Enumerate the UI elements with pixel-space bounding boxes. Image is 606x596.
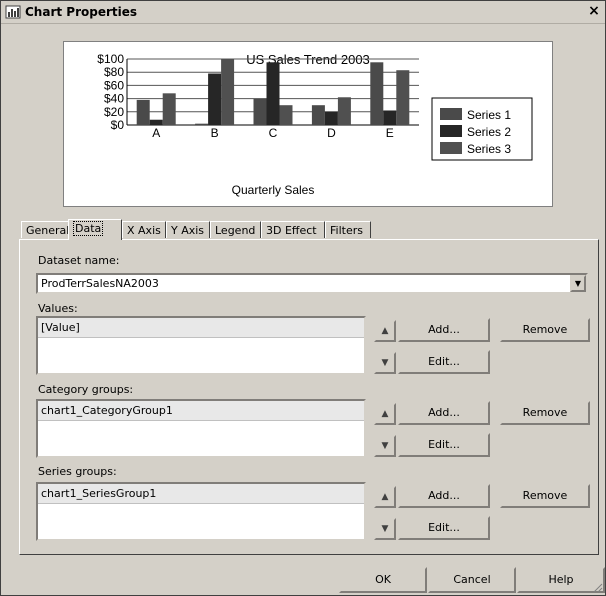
bar bbox=[337, 97, 351, 125]
tab-legend[interactable]: Legend bbox=[210, 221, 261, 238]
values-label: Values: bbox=[38, 302, 78, 315]
values-remove-button[interactable]: Remove bbox=[500, 318, 590, 342]
bar bbox=[266, 62, 280, 125]
down-arrow-icon: ▼ bbox=[381, 524, 389, 534]
y-tick-label: $40 bbox=[104, 92, 124, 106]
category-edit-button[interactable]: Edit... bbox=[398, 433, 490, 457]
category-up-button[interactable]: ▲ bbox=[374, 403, 396, 425]
legend-label: Series 2 bbox=[467, 125, 511, 139]
x-tick-label: A bbox=[152, 126, 160, 140]
up-arrow-icon: ▲ bbox=[381, 492, 389, 502]
resize-grip-icon[interactable] bbox=[593, 583, 603, 593]
close-icon[interactable]: × bbox=[587, 4, 601, 19]
category-add-button[interactable]: Add... bbox=[398, 401, 490, 425]
list-item[interactable]: [Value] bbox=[38, 318, 364, 338]
bar bbox=[195, 123, 209, 125]
x-tick-label: D bbox=[327, 126, 336, 140]
y-tick-label: $60 bbox=[104, 78, 124, 92]
bar bbox=[136, 99, 150, 125]
chart: US Sales Trend 2003$100$80$60$40$20$0A B C… bbox=[97, 52, 533, 197]
series-down-button[interactable]: ▼ bbox=[374, 518, 396, 540]
up-arrow-icon: ▲ bbox=[381, 409, 389, 419]
up-arrow-icon: ▲ bbox=[381, 326, 389, 336]
bar bbox=[149, 119, 163, 125]
bar bbox=[370, 62, 384, 125]
window-title: Chart Properties bbox=[25, 5, 138, 19]
bar bbox=[162, 93, 176, 125]
bar bbox=[221, 59, 235, 125]
x-tick-label: C bbox=[269, 126, 278, 140]
help-button[interactable]: Help bbox=[517, 567, 605, 593]
series-up-button[interactable]: ▲ bbox=[374, 486, 396, 508]
tab-y-axis[interactable]: Y Axis bbox=[166, 221, 210, 238]
cancel-button[interactable]: Cancel bbox=[428, 567, 516, 593]
chart-preview: US Sales Trend 2003 $100 $80 $60 $40 $20 $0 A B C… bbox=[63, 41, 553, 207]
legend-swatch bbox=[440, 108, 462, 120]
bar bbox=[324, 111, 338, 125]
bar bbox=[383, 110, 397, 125]
tab-x-axis[interactable]: X Axis bbox=[122, 221, 166, 238]
dataset-dropdown[interactable]: ProdTerrSalesNA2003 ▼ bbox=[36, 273, 588, 294]
dataset-value: ProdTerrSalesNA2003 bbox=[41, 277, 159, 290]
bar bbox=[253, 98, 267, 125]
tab-3d-effect[interactable]: 3D Effect bbox=[261, 221, 325, 238]
bar bbox=[311, 105, 325, 125]
series-add-button[interactable]: Add... bbox=[398, 484, 490, 508]
series-edit-button[interactable]: Edit... bbox=[398, 516, 490, 540]
values-up-button[interactable]: ▲ bbox=[374, 320, 396, 342]
ok-button[interactable]: OK bbox=[339, 567, 427, 593]
category-groups-label: Category groups: bbox=[38, 383, 134, 396]
y-tick-label: $20 bbox=[104, 105, 124, 119]
chart-icon bbox=[5, 5, 21, 19]
values-edit-button[interactable]: Edit... bbox=[398, 350, 490, 374]
legend-swatch bbox=[440, 142, 462, 154]
chevron-down-icon[interactable]: ▼ bbox=[570, 275, 586, 292]
dataset-label: Dataset name: bbox=[38, 254, 120, 267]
x-tick-label: E bbox=[386, 126, 394, 140]
tab-data[interactable]: Data bbox=[68, 219, 122, 240]
y-tick-label: $80 bbox=[104, 65, 124, 79]
legend-label: Series 1 bbox=[467, 108, 511, 122]
values-add-button[interactable]: Add... bbox=[398, 318, 490, 342]
category-down-button[interactable]: ▼ bbox=[374, 435, 396, 457]
series-groups-list[interactable]: chart1_SeriesGroup1 bbox=[36, 482, 366, 541]
bar bbox=[208, 73, 222, 125]
category-remove-button[interactable]: Remove bbox=[500, 401, 590, 425]
series-remove-button[interactable]: Remove bbox=[500, 484, 590, 508]
values-down-button[interactable]: ▼ bbox=[374, 352, 396, 374]
x-tick-label: B bbox=[211, 126, 219, 140]
y-tick-label: $0 bbox=[111, 118, 125, 132]
bar bbox=[279, 105, 293, 125]
tab-general[interactable]: General bbox=[21, 221, 69, 238]
data-tab-panel: Dataset name: ProdTerrSalesNA2003 ▼ Valu… bbox=[19, 239, 599, 555]
list-item[interactable]: chart1_SeriesGroup1 bbox=[38, 484, 364, 504]
list-item[interactable]: chart1_CategoryGroup1 bbox=[38, 401, 364, 421]
down-arrow-icon: ▼ bbox=[381, 358, 389, 368]
x-axis-label: Quarterly Sales bbox=[232, 183, 315, 197]
tab-filters[interactable]: Filters bbox=[325, 221, 371, 238]
chart-properties-dialog: Chart Properties × US Sales Trend 2003 $1… bbox=[0, 0, 606, 596]
title-bar[interactable]: Chart Properties × bbox=[1, 1, 605, 24]
legend-label: Series 3 bbox=[467, 142, 511, 156]
bar bbox=[396, 70, 410, 125]
down-arrow-icon: ▼ bbox=[381, 441, 389, 451]
series-groups-label: Series groups: bbox=[38, 465, 117, 478]
values-list[interactable]: [Value] bbox=[36, 316, 366, 375]
y-tick-label: $100 bbox=[97, 52, 124, 66]
legend-swatch bbox=[440, 125, 462, 137]
category-groups-list[interactable]: chart1_CategoryGroup1 bbox=[36, 399, 366, 458]
